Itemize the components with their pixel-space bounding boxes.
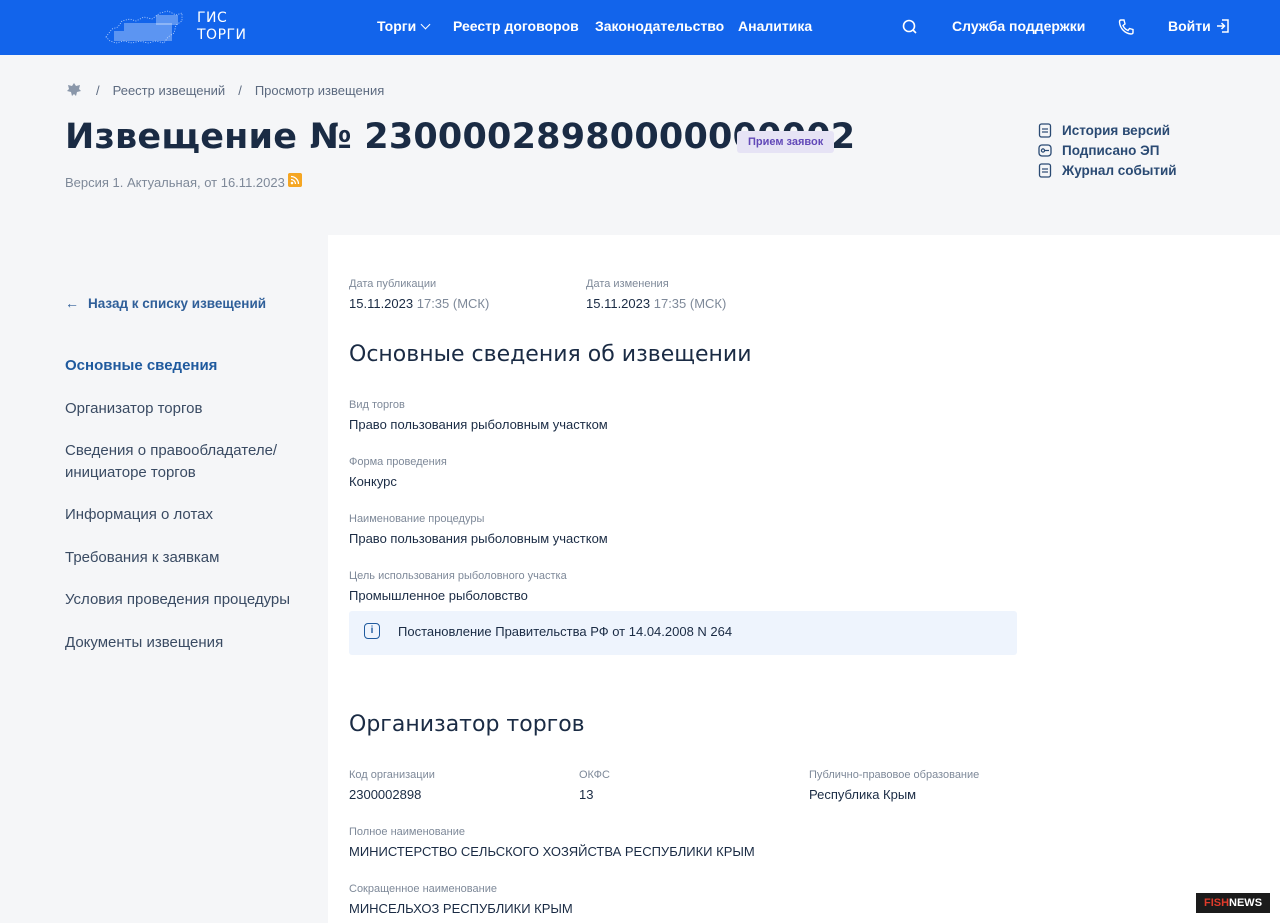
changed-time: 17:35 (МСК) (653, 296, 727, 311)
signed-ep-link[interactable]: Подписано ЭП (1038, 140, 1177, 160)
field-procedure-name: Наименование процедуры Право пользования… (349, 513, 608, 546)
version-info: Версия 1. Актуальная, от 16.11.2023 (65, 175, 285, 190)
section-title-organizer: Организатор торгов (349, 712, 585, 737)
phone-icon[interactable] (1116, 17, 1136, 37)
logo-line2: ТОРГИ (197, 27, 247, 43)
document-icon (1038, 122, 1052, 138)
field-label: Дата публикации (349, 278, 437, 290)
search-icon[interactable] (900, 17, 920, 37)
breadcrumb-notices-registry[interactable]: Реестр извещений (113, 83, 226, 98)
field-ppo: Публично-правовое образование Республика… (809, 769, 980, 802)
document-icon (1038, 162, 1052, 178)
arrow-left-icon: ← (65, 295, 79, 311)
nav-analytics[interactable]: Аналитика (738, 18, 812, 34)
info-icon: i (364, 623, 380, 639)
nav-torgi[interactable]: Торги (377, 18, 431, 34)
top-navbar: ГИС ТОРГИ Торги Реестр договоров Законод… (0, 0, 1280, 55)
field-okfs: ОКФС 13 (579, 769, 610, 802)
menu-documents[interactable]: Документы извещения (65, 632, 305, 654)
breadcrumb-view-notice: Просмотр извещения (254, 82, 385, 98)
logo-line1: ГИС (197, 10, 228, 26)
field-org-code: Код организации 2300002898 (349, 769, 435, 802)
event-log-link[interactable]: Журнал событий (1038, 160, 1177, 180)
field-label: Дата изменения (586, 278, 669, 290)
breadcrumb-separator: / (96, 82, 100, 98)
changed-date-field: Дата изменения 15.11.2023 17:35 (МСК) (586, 278, 726, 311)
section-title-basic: Основные сведения об извещении (349, 342, 752, 367)
login-link[interactable]: Войти (1168, 18, 1211, 34)
published-date: 15.11.2023 (349, 296, 414, 311)
status-badge: Прием заявок (737, 131, 835, 153)
info-text: Постановление Правительства РФ от 14.04.… (398, 624, 733, 639)
back-to-list-link[interactable]: ← Назад к списку извещений (65, 295, 266, 311)
chevron-down-icon (420, 19, 431, 30)
field-full-name: Полное наименование МИНИСТЕРСТВО СЕЛЬСКО… (349, 826, 755, 859)
field-short-name: Сокращенное наименование МИНСЕЛЬХОЗ РЕСП… (349, 883, 573, 916)
support-link[interactable]: Служба поддержки (952, 18, 1085, 34)
menu-lots[interactable]: Информация о лотах (65, 504, 305, 526)
published-date-field: Дата публикации 15.11.2023 17:35 (МСК) (349, 278, 489, 311)
breadcrumb-separator: / (238, 82, 242, 98)
info-notice: i Постановление Правительства РФ от 14.0… (349, 611, 1017, 655)
sidebar: ← Назад к списку извещений Основные свед… (0, 235, 328, 923)
field-form: Форма проведения Конкурс (349, 456, 447, 489)
menu-requirements[interactable]: Требования к заявкам (65, 547, 305, 569)
version-history-link[interactable]: История версий (1038, 120, 1177, 140)
section-menu: Основные сведения Организатор торгов Све… (65, 355, 305, 674)
emblem-icon[interactable] (65, 81, 83, 99)
logo[interactable]: ГИС ТОРГИ (104, 6, 247, 48)
nav-legislation[interactable]: Законодательство (595, 18, 724, 34)
field-purpose: Цель использования рыболовного участка П… (349, 570, 567, 603)
menu-conditions[interactable]: Условия проведения процедуры (65, 589, 305, 611)
key-icon (1038, 143, 1052, 157)
field-trade-type: Вид торгов Право пользования рыболовным … (349, 399, 608, 432)
watermark-logo: FISHNEWS (1196, 893, 1270, 913)
russia-map-logo-icon (105, 10, 183, 44)
menu-organizer[interactable]: Организатор торгов (65, 398, 305, 420)
menu-basic-info[interactable]: Основные сведения (65, 355, 305, 377)
nav-contracts-registry[interactable]: Реестр договоров (453, 18, 579, 34)
breadcrumb: / Реестр извещений / Просмотр извещения (65, 81, 384, 99)
rss-icon[interactable] (288, 173, 302, 187)
login-icon[interactable] (1213, 16, 1233, 36)
notice-actions: История версий Подписано ЭП Журнал событ… (1038, 120, 1177, 180)
changed-date: 15.11.2023 (586, 296, 651, 311)
notice-header: / Реестр извещений / Просмотр извещения … (0, 55, 1280, 235)
menu-rightholder[interactable]: Сведения о правообладателе/ инициаторе т… (65, 440, 305, 483)
published-time: 17:35 (МСК) (416, 296, 490, 311)
